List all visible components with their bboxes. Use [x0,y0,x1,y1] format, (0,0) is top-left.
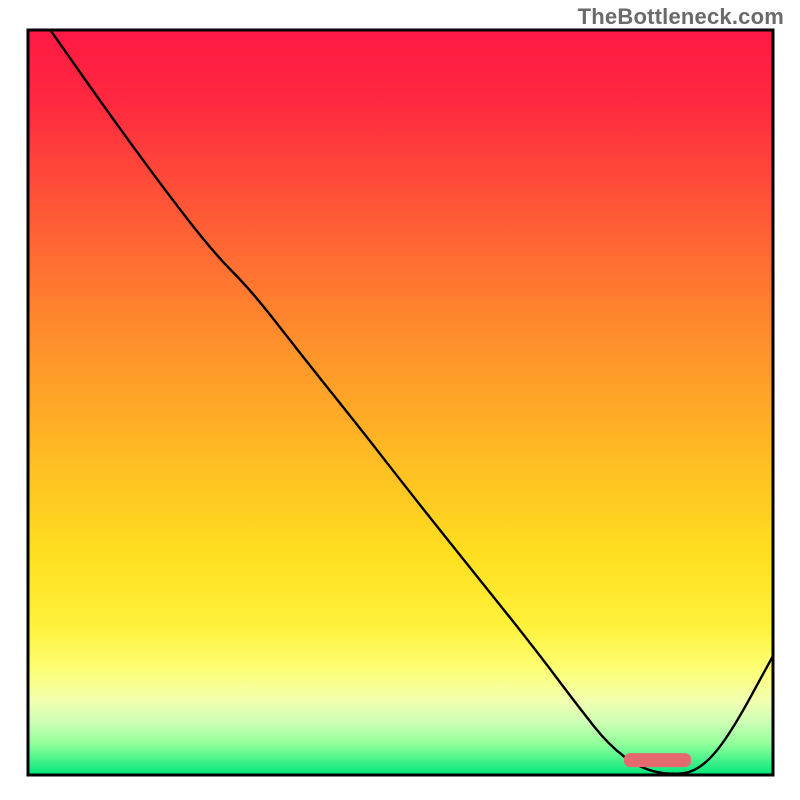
bottleneck-chart [0,0,800,800]
chart-canvas: TheBottleneck.com [0,0,800,800]
plot-background [28,30,773,775]
optimal-marker [624,753,691,767]
